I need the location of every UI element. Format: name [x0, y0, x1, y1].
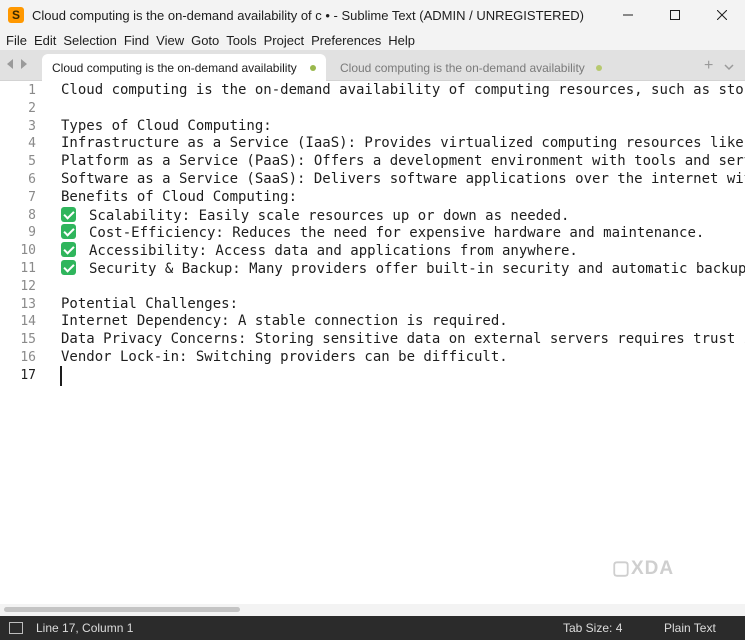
syntax-selector[interactable]: Plain Text [664, 621, 716, 635]
tab-label: Cloud computing is the on-demand availab… [52, 60, 298, 75]
menu-preferences[interactable]: Preferences [308, 33, 385, 48]
tab-next-button[interactable] [20, 58, 28, 70]
unsaved-dot-icon [310, 65, 316, 71]
menu-help[interactable]: Help [385, 33, 419, 48]
code-line[interactable]: Scalability: Easily scale resources up o… [61, 206, 570, 225]
line-number: 5 [28, 154, 36, 170]
text-cursor [60, 365, 62, 386]
close-icon [716, 10, 727, 20]
tab-prev-button[interactable] [6, 58, 14, 70]
code-line-text: Internet Dependency: A stable connection… [61, 313, 508, 330]
menu-tools[interactable]: Tools [223, 33, 260, 48]
code-line-text: Types of Cloud Computing: [61, 117, 272, 134]
line-number: 2 [28, 100, 36, 116]
check-mark-icon [61, 224, 76, 240]
close-button[interactable] [698, 0, 745, 30]
code-line-text: Security & Backup: Many providers offer … [89, 261, 745, 277]
code-line-text: Software as a Service (SaaS): Delivers s… [61, 171, 745, 187]
code-line[interactable]: Vendor Lock-in: Switching providers can … [61, 349, 508, 367]
menu-selection[interactable]: Selection [60, 33, 120, 48]
maximize-button[interactable] [651, 0, 698, 30]
minimize-button[interactable] [604, 0, 651, 30]
line-number: 3 [28, 118, 36, 134]
sublime-text-app-icon: S [8, 7, 24, 23]
horizontal-scrollbar-thumb[interactable] [4, 607, 240, 612]
tab-overflow-chevron-down-icon[interactable] [724, 59, 734, 74]
chevron-left-icon [7, 59, 13, 69]
tab-size-selector[interactable]: Tab Size: 4 [563, 621, 622, 635]
line-number: 11 [20, 261, 36, 276]
window-title: Cloud computing is the on-demand availab… [32, 7, 584, 23]
code-line[interactable]: Security & Backup: Many providers offer … [61, 260, 745, 278]
menu-file[interactable]: File [0, 33, 30, 48]
code-line[interactable]: Cost-Efficiency: Reduces the need for ex… [61, 224, 704, 242]
new-tab-plus-icon[interactable]: + [704, 57, 713, 75]
code-line-text: Scalability: Easily scale resources up o… [89, 207, 570, 224]
check-mark-icon [61, 260, 76, 275]
line-number: 12 [20, 278, 36, 294]
check-mark-icon [61, 242, 76, 258]
unsaved-dot-icon [596, 65, 602, 71]
code-line[interactable]: Types of Cloud Computing: [61, 118, 272, 136]
line-number: 1 [28, 83, 36, 98]
line-number: 16 [20, 350, 36, 365]
code-line[interactable]: Internet Dependency: A stable connection… [61, 313, 508, 331]
tab-bar: Cloud computing is the on-demand availab… [0, 50, 745, 81]
code-line-text: Benefits of Cloud Computing: [61, 188, 298, 205]
code-line[interactable]: Potential Challenges: [61, 296, 238, 314]
window-controls [604, 0, 745, 30]
menu-view[interactable]: View [153, 33, 188, 48]
code-line[interactable]: Accessibility: Access data and applicati… [61, 242, 578, 260]
code-line-text: Cost-Efficiency: Reduces the need for ex… [89, 225, 705, 242]
line-number: 14 [20, 314, 36, 330]
tab-active-document[interactable]: Cloud computing is the on-demand availab… [42, 54, 326, 81]
menu-bar: File Edit Selection Find View Goto Tools Projec… [0, 30, 745, 50]
line-number: 8 [28, 207, 36, 223]
minimize-icon [622, 14, 633, 16]
code-line[interactable]: Cloud computing is the on-demand availab… [61, 82, 745, 100]
check-mark-icon [61, 206, 76, 222]
horizontal-scrollbar[interactable] [0, 604, 745, 616]
code-line-text: Platform as a Service (PaaS): Offers a d… [61, 153, 745, 170]
tab-label: Cloud computing is the on-demand availab… [340, 60, 586, 75]
maximize-icon [669, 10, 680, 20]
line-number: 10 [20, 243, 36, 259]
line-number: 15 [20, 332, 36, 348]
code-line[interactable]: Software as a Service (SaaS): Delivers s… [61, 171, 745, 189]
menu-project[interactable]: Project [260, 33, 307, 48]
tab-navigation [6, 58, 28, 70]
line-number: 17 [20, 367, 36, 383]
line-number: 7 [28, 189, 36, 205]
code-line-text: Infrastructure as a Service (IaaS): Prov… [61, 135, 745, 152]
menu-goto[interactable]: Goto [188, 33, 223, 48]
tab-inactive-document[interactable]: Cloud computing is the on-demand availab… [330, 54, 610, 81]
xda-watermark-logo: ▢XDA [612, 558, 675, 579]
code-line[interactable]: Benefits of Cloud Computing: [61, 189, 297, 207]
status-bar: Line 17, Column 1 Tab Size: 4 Plain Text [0, 616, 745, 640]
code-line-text: Data Privacy Concerns: Storing sensitive… [61, 331, 745, 348]
code-line[interactable]: Infrastructure as a Service (IaaS): Prov… [61, 135, 745, 153]
line-number: 13 [20, 296, 36, 312]
line-number-gutter: 1 2 3 4 5 6 7 8 9 10 11 12 13 14 15 16 17 [0, 81, 48, 604]
editor-area[interactable]: 1 2 3 4 5 6 7 8 9 10 11 12 13 14 15 16 17 Cloud computin… [0, 81, 745, 604]
code-line-text: Cloud computing is the on-demand availab… [61, 82, 745, 98]
menu-find[interactable]: Find [120, 33, 152, 48]
chevron-right-icon [21, 59, 27, 69]
title-bar: S Cloud computing is the on-demand avail… [0, 0, 745, 30]
line-number: 6 [28, 172, 36, 187]
line-number: 9 [28, 225, 36, 241]
code-line-text: Potential Challenges: [61, 295, 239, 312]
code-line-text: Accessibility: Access data and applicati… [89, 243, 578, 260]
line-number: 4 [28, 136, 36, 152]
code-line[interactable]: Data Privacy Concerns: Storing sensitive… [61, 331, 745, 349]
panel-toggle-icon[interactable] [9, 622, 23, 634]
code-line-text: Vendor Lock-in: Switching providers can … [61, 349, 508, 365]
code-line[interactable]: Platform as a Service (PaaS): Offers a d… [61, 153, 745, 171]
menu-edit[interactable]: Edit [30, 33, 59, 48]
cursor-position: Line 17, Column 1 [36, 621, 134, 635]
